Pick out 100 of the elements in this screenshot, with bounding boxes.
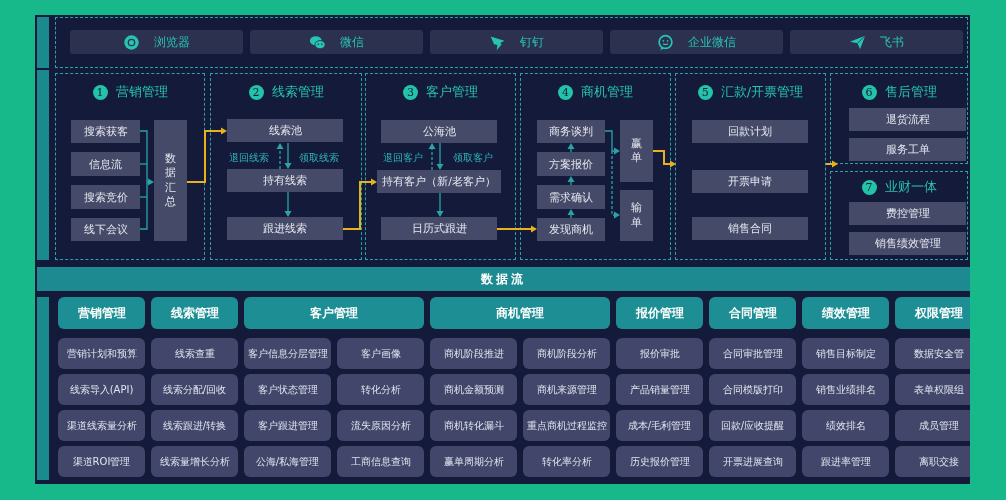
feature-cell: 线索导入(API) [58,374,145,405]
feature-cell: 销售目标制定 [802,338,889,369]
paper-plane-icon [849,33,866,51]
flow-node: 销售绩效管理 [849,232,966,255]
connector-arrow [496,225,537,233]
flow-node: 销售合同 [692,217,808,240]
arrow [284,191,292,217]
number-badge: 3 [403,84,418,100]
flow-node: 线下会议 [71,218,140,241]
feature-cell: 渠道ROI管理 [58,446,145,477]
flow-label: 退回客户 [383,151,423,165]
feature-cell: 客户画像 [337,338,424,369]
group-header: 营销管理 [58,297,145,329]
connector-arrow [342,178,377,230]
feature-cell: 流失原因分析 [337,410,424,441]
flow-label: 退回线索 [229,151,269,165]
feature-cell: 离职交接 [895,446,970,477]
module-title: 售后管理 [884,83,937,101]
feature-cell: 跟进率管理 [802,446,889,477]
flow-node: 信息流 [71,152,140,176]
number-badge: 5 [697,84,713,100]
bar-title: 数据流 [481,270,526,288]
flow-node: 搜索竞价 [71,185,140,209]
app-button[interactable]: 企业微信 [610,30,783,54]
module-title: 汇款/开票管理 [720,83,804,101]
app-button[interactable]: 微信 [250,30,423,54]
app-button[interactable]: 飞书 [790,30,963,54]
chat-bubbles-icon [309,33,326,51]
arrow [567,143,575,153]
feature-cell: 绩效排名 [802,410,889,441]
feature-cell: 转化分析 [337,374,424,405]
feature-cell: 工商信息查询 [337,446,424,477]
feature-cell: 转化率分析 [523,446,610,477]
flow-node: 开票申请 [692,170,808,193]
flow-node: 持有线索 [227,169,343,192]
flow-node: 发现商机 [537,218,605,241]
feature-cell: 商机阶段推进 [430,338,517,369]
feature-cell: 客户信息分层管理 [244,338,331,369]
flow-node: 公海池 [381,120,497,143]
flow-node: 线索池 [227,119,343,142]
feature-cell: 客户跟进管理 [244,410,331,441]
group-header: 权限管理 [895,297,970,329]
flow-node: 需求确认 [537,185,605,209]
ring-icon [123,33,140,51]
feature-cell: 销售业绩排名 [802,374,889,405]
feature-cell: 商机转化漏斗 [430,410,517,441]
number-badge: 6 [861,84,877,100]
feature-cell: 客户状态管理 [244,374,331,405]
connector-arrow [186,127,227,183]
feature-cell: 历史报价管理 [616,446,703,477]
arrow [567,209,575,219]
app-button[interactable]: 钉钉 [430,30,603,54]
flow-node: 方案报价 [537,152,605,176]
flow-node: 搜索获客 [71,120,140,143]
flow-node: 费控管理 [849,202,966,225]
feature-cell: 营销计划和预算 [58,338,145,369]
group-header: 绩效管理 [802,297,889,329]
feature-cell: 商机金额预测 [430,374,517,405]
feature-cell: 合同审批管理 [709,338,796,369]
flow-node: 退货流程 [849,108,966,131]
flow-node: 数据汇总 [154,120,187,241]
module-title: 业财一体 [884,178,937,196]
chat-bubble-icon [657,33,674,51]
group-header: 合同管理 [709,297,796,329]
feature-cell: 商机来源管理 [523,374,610,405]
module-title: 商机管理 [581,83,633,101]
group-header: 报价管理 [616,297,703,329]
feature-cell: 成员管理 [895,410,970,441]
feature-cell: 线索跟进/转换 [151,410,238,441]
feature-cell: 线索查重 [151,338,238,369]
flow-node: 商务谈判 [537,120,605,143]
feature-cell: 公海/私海管理 [244,446,331,477]
feature-cell: 线索分配/回收 [151,374,238,405]
number-badge: 7 [861,179,877,195]
group-header: 线索管理 [151,297,238,329]
connector-arrow [825,160,838,168]
feature-cell: 产品销量管理 [616,374,703,405]
arrow [567,176,575,186]
flow-label: 领取客户 [453,151,493,165]
number-badge: 1 [92,84,108,100]
flow-node: 日历式跟进 [381,217,497,240]
feature-cell: 商机阶段分析 [523,338,610,369]
feature-cell: 合同模版打印 [709,374,796,405]
feature-cell: 回款/应收提醒 [709,410,796,441]
group-header: 商机管理 [430,297,610,329]
flow-node: 输单 [620,190,653,241]
feature-cell: 渠道线索量分析 [58,410,145,441]
app-button[interactable]: 浏览器 [70,30,243,54]
module-title: 线索管理 [271,83,324,101]
number-badge: 4 [558,84,573,100]
feature-cell: 开票进展查询 [709,446,796,477]
feature-cell: 表单权限组 [895,374,970,405]
side-bar [37,17,49,68]
group-header: 客户管理 [244,297,424,329]
flow-node: 回款计划 [692,120,808,143]
feature-cell: 线索量增长分析 [151,446,238,477]
arrow [436,192,444,217]
feature-cell: 重点商机过程监控 [523,410,610,441]
module-title: 营销管理 [115,83,168,101]
flow-node: 持有客户（新/老客户） [377,170,501,193]
